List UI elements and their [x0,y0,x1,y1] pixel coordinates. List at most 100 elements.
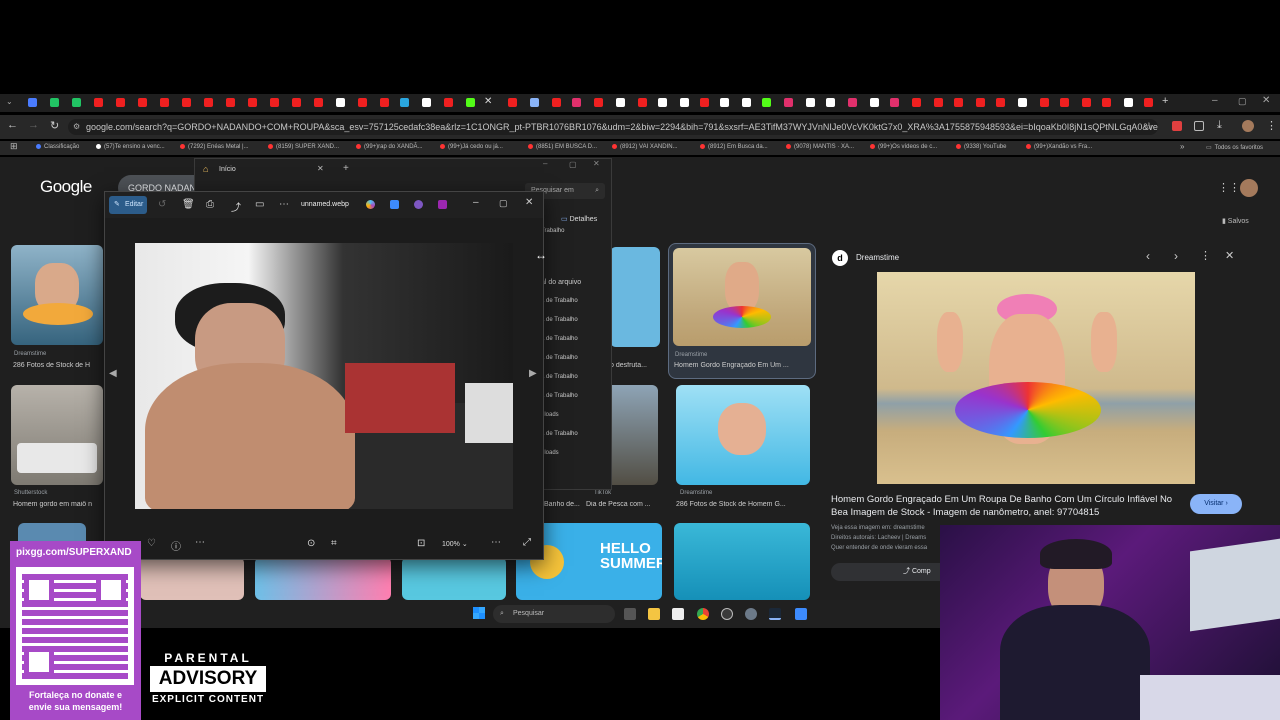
extension-icon[interactable] [1194,121,1204,131]
result-caption[interactable]: Banho de... [544,501,584,508]
result-caption[interactable]: 286 Fotos de Stock de Homem G... [676,501,812,508]
tab-favicon-icon[interactable] [358,98,367,107]
list-item[interactable]: a de Trabalho [541,292,611,311]
fit-to-window-icon[interactable]: ⊡ [417,538,425,549]
close-window-icon[interactable]: ✕ [593,159,600,168]
steam-icon[interactable] [769,608,781,620]
tab-favicon-icon[interactable] [870,98,879,107]
tab-favicon-icon[interactable] [1060,98,1069,107]
result-caption[interactable]: o desfruta... [610,362,660,369]
bookmark-item[interactable]: (9078) MANTIS · XA... [786,144,854,150]
tab-favicon-icon[interactable] [784,98,793,107]
tab-favicon-icon[interactable] [594,98,603,107]
panel-source[interactable]: Dreamstime [856,253,899,262]
close-panel-icon[interactable]: ✕ [1225,249,1234,262]
result-image[interactable] [676,385,810,485]
tab-favicon-icon[interactable] [680,98,689,107]
tab-list-dropdown-icon[interactable]: ⌄ [6,97,13,106]
more-icon[interactable]: ⋯ [491,537,501,548]
url-input[interactable]: ⚙ google.com/search?q=GORDO+NADANDO+COM+… [68,119,1158,135]
tab-favicon-icon[interactable] [954,98,963,107]
tab-favicon-icon[interactable] [934,98,943,107]
tab-favicon-icon[interactable] [444,98,453,107]
result-image[interactable] [255,557,391,600]
bookmark-item[interactable]: (7292) Enéas Metal |... [180,144,249,150]
tab-favicon-icon[interactable] [248,98,257,107]
clipchamp-icon[interactable] [438,200,447,209]
google-logo[interactable]: Google [40,177,92,197]
tab-favicon-icon[interactable] [616,98,625,107]
tab-favicon-icon[interactable] [1102,98,1111,107]
list-item[interactable]: nloads [541,444,611,463]
bookmark-item[interactable]: (99+)rap do XANDÃ... [356,144,423,150]
task-view-icon[interactable] [624,608,636,620]
tab-favicon-icon[interactable] [552,98,561,107]
extension-icon[interactable] [1172,121,1182,131]
list-item[interactable]: a de Trabalho [541,425,611,444]
minimize-icon[interactable]: – [473,197,479,208]
close-window-icon[interactable]: ✕ [525,197,533,208]
tab-favicon-icon[interactable] [226,98,235,107]
reload-icon[interactable]: ↻ [50,119,59,132]
tab-favicon-icon[interactable] [336,98,345,107]
previous-image-icon[interactable]: ◀ [109,368,117,379]
new-tab-icon[interactable]: + [343,163,349,174]
tab-favicon-icon[interactable] [530,98,539,107]
tab-close-icon[interactable]: ✕ [484,96,492,107]
close-tab-icon[interactable]: ✕ [317,164,324,173]
result-image[interactable] [402,557,506,600]
tab-favicon-icon[interactable] [720,98,729,107]
file-explorer-icon[interactable] [648,608,660,620]
list-item[interactable]: nloads [541,406,611,425]
extract-text-icon[interactable]: ⌗ [331,538,337,549]
result-caption[interactable]: 286 Fotos de Stock de H [13,362,103,369]
prev-icon[interactable]: ‹ [1146,249,1150,263]
bookmark-item[interactable]: (8159) SUPER XAND... [268,144,339,150]
tab-favicon-icon[interactable] [28,98,37,107]
bookmark-item[interactable]: (9338) YouTube [956,144,1006,150]
result-caption[interactable]: Homem gordo em maiô n [13,501,103,508]
tab-favicon-icon[interactable] [94,98,103,107]
back-icon[interactable]: ← [7,119,18,131]
tab-favicon-icon[interactable] [658,98,667,107]
bookmark-item[interactable]: (8851) EM BUSCA D... [528,144,597,150]
all-bookmarks-folder[interactable]: ▭ Todos os favoritos [1206,144,1263,151]
result-image-selected[interactable]: Dreamstime Homem Gordo Engraçado Em Um .… [668,243,816,379]
taskbar-search[interactable]: ⌕ Pesquisar [493,605,615,623]
result-image[interactable] [674,523,810,600]
delete-icon[interactable]: 🗑 [182,199,195,210]
tab-favicon-icon[interactable] [160,98,169,107]
apps-grid-icon[interactable]: ⋮⋮ [1218,181,1240,194]
tab-favicon-icon[interactable] [996,98,1005,107]
more-bookmarks-icon[interactable]: » [1180,142,1184,151]
fullscreen-icon[interactable]: ⤢ [523,537,531,548]
visual-search-icon[interactable]: ⊙ [307,538,315,549]
details-button[interactable]: ▭ Detalhes [561,215,597,223]
tab-favicon-icon[interactable] [912,98,921,107]
maximize-icon[interactable]: ▢ [1238,96,1247,107]
tab-favicon-icon[interactable] [72,98,81,107]
next-icon[interactable]: › [1174,249,1178,263]
profile-avatar[interactable] [1242,120,1254,132]
visit-button[interactable]: Visitar › [1190,494,1242,514]
tab-favicon-icon[interactable] [976,98,985,107]
settings-gear-icon[interactable] [745,608,757,620]
tab-favicon-icon[interactable] [700,98,709,107]
bookmark-star-icon[interactable]: ☆ [1144,120,1154,133]
edit-button[interactable]: ✎ Editar [109,196,147,214]
store-icon[interactable] [672,608,684,620]
maximize-icon[interactable]: ▢ [569,160,577,169]
forward-icon[interactable]: → [28,119,39,131]
tab-favicon-icon[interactable] [380,98,389,107]
designer-icon[interactable] [390,200,399,209]
list-item[interactable]: a de Trabalho [541,311,611,330]
tab-favicon-icon[interactable] [508,98,517,107]
account-avatar[interactable] [1240,179,1258,197]
result-caption[interactable]: Homem Gordo Engraçado Em Um ... [674,362,810,369]
slideshow-icon[interactable]: ▭ [255,199,264,210]
more-options-icon[interactable]: ⋯ [279,199,289,210]
preview-image[interactable] [877,272,1195,484]
more-icon[interactable]: ⋯ [195,537,205,548]
next-image-icon[interactable]: ▶ [529,368,537,379]
tab-favicon-icon[interactable] [742,98,751,107]
